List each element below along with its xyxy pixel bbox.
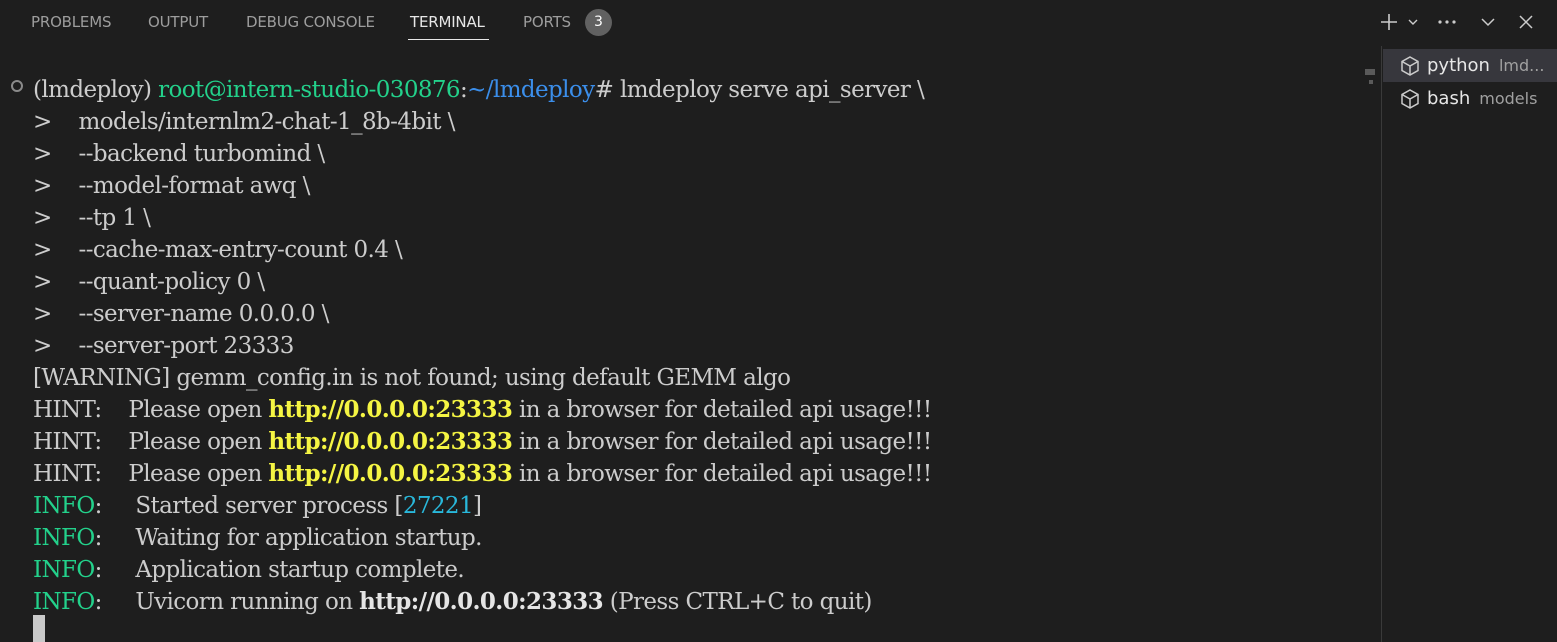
chevron-down-icon[interactable] [1404,6,1422,38]
command-decoration-icon[interactable] [11,80,23,92]
info-text: Uvicorn running on [135,589,360,615]
current-path: ~/lmdeploy [467,77,595,103]
continuation-line: > --tp 1 \ [33,202,151,234]
continuation-text: --cache-max-entry-count 0.4 \ [51,237,403,263]
ports-count-badge: 3 [585,9,612,36]
info-end: ] [472,493,482,519]
prompt-symbol: # [594,77,620,103]
info-text: Application startup complete. [135,557,465,583]
scrollbar-thumb[interactable] [1365,69,1375,75]
info-text: Waiting for application startup. [135,525,482,551]
hint-line: HINT: Please open http://0.0.0.0:23333 i… [33,394,932,426]
continuation-line: > --server-port 23333 [33,330,294,362]
hint-suffix: in a browser for detailed api usage!!! [512,461,932,487]
terminal-cursor [33,615,45,642]
process-id: 27221 [402,493,474,519]
hint-line: HINT: Please open http://0.0.0.0:23333 i… [33,458,932,490]
terminal-tabs-list: python lmd... bash models [1381,46,1557,642]
info-sep: : [94,493,136,519]
info-line: INFO: Waiting for application startup. [33,522,482,554]
terminal-instance-name: python [1427,55,1490,76]
continuation-marker: > [33,141,52,167]
info-level: INFO [33,493,95,519]
tab-debug-console[interactable]: DEBUG CONSOLE [246,13,375,31]
continuation-marker: > [33,269,52,295]
terminal-icon [1399,55,1421,77]
terminal-instance-name: bash [1427,88,1471,109]
user-host: root@intern-studio-030876 [158,77,460,103]
tab-ports[interactable]: PORTS [523,13,571,31]
info-sep: : [94,525,136,551]
info-sep: : [94,557,136,583]
info-line: INFO: Uvicorn running on http://0.0.0.0:… [33,586,872,618]
hint-line: HINT: Please open http://0.0.0.0:23333 i… [33,426,932,458]
conda-env: (lmdeploy) [33,77,159,103]
continuation-line: > --backend turbomind \ [33,138,325,170]
info-level: INFO [33,589,95,615]
continuation-text: --model-format awq \ [51,173,311,199]
continuation-text: --quant-policy 0 \ [51,269,266,295]
terminal-instance-python[interactable]: python lmd... [1383,49,1557,82]
continuation-line: > --model-format awq \ [33,170,310,202]
continuation-marker: > [33,173,52,199]
hint-url-link[interactable]: http://0.0.0.0:23333 [268,396,512,423]
hint-suffix: in a browser for detailed api usage!!! [512,429,932,455]
continuation-marker: > [33,205,52,231]
continuation-text: models/internlm2-chat-1_8b-4bit \ [51,109,456,135]
info-level: INFO [33,557,95,583]
continuation-marker: > [33,109,52,135]
info-sep: : [94,589,136,615]
continuation-line: > --quant-policy 0 \ [33,266,265,298]
panel-tab-bar: PROBLEMS OUTPUT DEBUG CONSOLE TERMINAL P… [0,0,1557,46]
terminal-icon [1399,88,1421,110]
hint-url-link[interactable]: http://0.0.0.0:23333 [268,460,512,487]
terminal-instance-desc: models [1479,89,1538,108]
hint-suffix: in a browser for detailed api usage!!! [512,397,932,423]
ellipsis-icon[interactable] [1434,6,1460,38]
info-line: INFO: Application startup complete. [33,554,465,586]
plus-icon[interactable] [1376,6,1402,38]
prompt-line: (lmdeploy) root@intern-studio-030876:~/l… [33,74,925,106]
continuation-marker: > [33,301,52,327]
collapse-panel-icon[interactable] [1475,6,1501,38]
continuation-text: --server-name 0.0.0.0 \ [51,301,330,327]
continuation-marker: > [33,237,52,263]
active-tab-indicator [408,39,489,40]
continuation-line: > --server-name 0.0.0.0 \ [33,298,329,330]
tab-output[interactable]: OUTPUT [148,13,208,31]
hint-prefix: HINT: Please open [33,429,269,455]
hint-prefix: HINT: Please open [33,397,269,423]
scrollbar-marker [1369,80,1373,84]
server-url-link[interactable]: http://0.0.0.0:23333 [359,588,603,615]
info-level: INFO [33,525,95,551]
continuation-text: --server-port 23333 [51,333,295,359]
terminal-instance-bash[interactable]: bash models [1383,82,1557,115]
continuation-text: --backend turbomind \ [51,141,326,167]
info-line: INFO: Started server process [27221] [33,490,482,522]
hint-url-link[interactable]: http://0.0.0.0:23333 [268,428,512,455]
hint-prefix: HINT: Please open [33,461,269,487]
warning-line: [WARNING] gemm_config.in is not found; u… [33,365,791,391]
continuation-marker: > [33,333,52,359]
continuation-line: > models/internlm2-chat-1_8b-4bit \ [33,106,455,138]
info-end: (Press CTRL+C to quit) [603,589,873,615]
tab-problems[interactable]: PROBLEMS [31,13,111,31]
continuation-line: > --cache-max-entry-count 0.4 \ [33,234,403,266]
info-text: Started server process [ [135,493,403,519]
command-text: lmdeploy serve api_server \ [619,77,925,103]
terminal-instance-desc: lmd... [1498,56,1545,75]
tab-terminal[interactable]: TERMINAL [410,13,485,31]
continuation-text: --tp 1 \ [51,205,151,231]
close-icon[interactable] [1513,6,1539,38]
